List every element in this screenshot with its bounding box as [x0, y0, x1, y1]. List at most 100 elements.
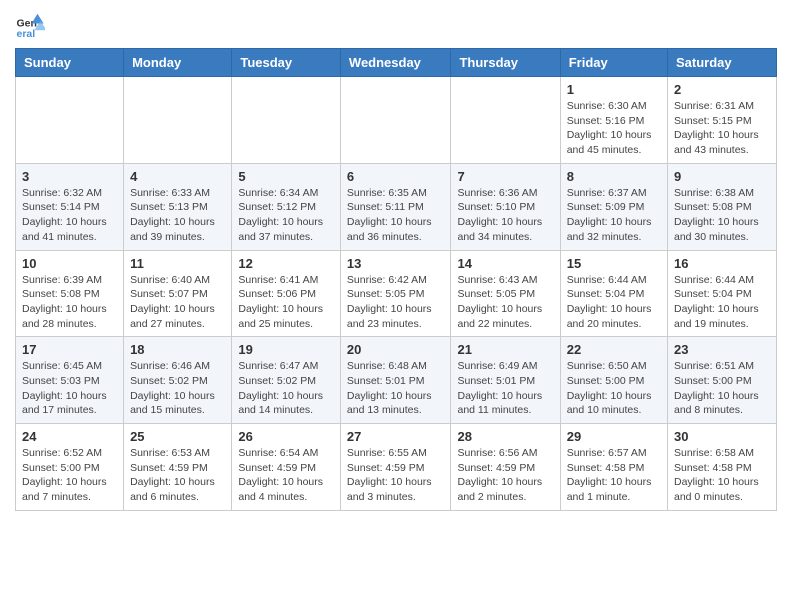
day-number: 18 [130, 342, 225, 357]
calendar-cell: 16 Sunrise: 6:44 AM Sunset: 5:04 PM Dayli… [668, 250, 777, 337]
calendar-cell: 10 Sunrise: 6:39 AM Sunset: 5:08 PM Dayli… [16, 250, 124, 337]
day-number: 12 [238, 256, 334, 271]
day-number: 16 [674, 256, 770, 271]
weekday-header-tuesday: Tuesday [232, 49, 341, 77]
calendar-cell: 9 Sunrise: 6:38 AM Sunset: 5:08 PM Daylig… [668, 163, 777, 250]
day-info: Sunrise: 6:32 AM Sunset: 5:14 PM Dayligh… [22, 186, 117, 245]
calendar-cell: 4 Sunrise: 6:33 AM Sunset: 5:13 PM Daylig… [124, 163, 232, 250]
day-info: Sunrise: 6:49 AM Sunset: 5:01 PM Dayligh… [457, 359, 553, 418]
calendar-cell: 20 Sunrise: 6:48 AM Sunset: 5:01 PM Dayli… [340, 337, 451, 424]
day-number: 2 [674, 82, 770, 97]
calendar-cell: 28 Sunrise: 6:56 AM Sunset: 4:59 PM Dayli… [451, 424, 560, 511]
day-info: Sunrise: 6:54 AM Sunset: 4:59 PM Dayligh… [238, 446, 334, 505]
day-info: Sunrise: 6:34 AM Sunset: 5:12 PM Dayligh… [238, 186, 334, 245]
week-row-1: 1 Sunrise: 6:30 AM Sunset: 5:16 PM Daylig… [16, 77, 777, 164]
weekday-header-wednesday: Wednesday [340, 49, 451, 77]
day-info: Sunrise: 6:57 AM Sunset: 4:58 PM Dayligh… [567, 446, 661, 505]
day-info: Sunrise: 6:52 AM Sunset: 5:00 PM Dayligh… [22, 446, 117, 505]
day-number: 11 [130, 256, 225, 271]
weekday-header-friday: Friday [560, 49, 667, 77]
day-info: Sunrise: 6:56 AM Sunset: 4:59 PM Dayligh… [457, 446, 553, 505]
day-number: 6 [347, 169, 445, 184]
day-number: 7 [457, 169, 553, 184]
calendar-cell: 11 Sunrise: 6:40 AM Sunset: 5:07 PM Dayli… [124, 250, 232, 337]
day-info: Sunrise: 6:58 AM Sunset: 4:58 PM Dayligh… [674, 446, 770, 505]
day-info: Sunrise: 6:39 AM Sunset: 5:08 PM Dayligh… [22, 273, 117, 332]
calendar-cell [451, 77, 560, 164]
day-number: 24 [22, 429, 117, 444]
calendar-cell: 3 Sunrise: 6:32 AM Sunset: 5:14 PM Daylig… [16, 163, 124, 250]
calendar-cell: 25 Sunrise: 6:53 AM Sunset: 4:59 PM Dayli… [124, 424, 232, 511]
day-info: Sunrise: 6:36 AM Sunset: 5:10 PM Dayligh… [457, 186, 553, 245]
day-number: 27 [347, 429, 445, 444]
calendar-cell: 7 Sunrise: 6:36 AM Sunset: 5:10 PM Daylig… [451, 163, 560, 250]
calendar-cell: 26 Sunrise: 6:54 AM Sunset: 4:59 PM Dayli… [232, 424, 341, 511]
week-row-5: 24 Sunrise: 6:52 AM Sunset: 5:00 PM Dayli… [16, 424, 777, 511]
day-number: 29 [567, 429, 661, 444]
day-info: Sunrise: 6:48 AM Sunset: 5:01 PM Dayligh… [347, 359, 445, 418]
day-info: Sunrise: 6:30 AM Sunset: 5:16 PM Dayligh… [567, 99, 661, 158]
day-number: 22 [567, 342, 661, 357]
day-info: Sunrise: 6:47 AM Sunset: 5:02 PM Dayligh… [238, 359, 334, 418]
logo: Gen eral [15, 10, 49, 40]
svg-text:eral: eral [17, 28, 36, 40]
day-number: 23 [674, 342, 770, 357]
header: Gen eral [15, 10, 777, 40]
day-number: 19 [238, 342, 334, 357]
week-row-4: 17 Sunrise: 6:45 AM Sunset: 5:03 PM Dayli… [16, 337, 777, 424]
calendar-cell: 29 Sunrise: 6:57 AM Sunset: 4:58 PM Dayli… [560, 424, 667, 511]
day-info: Sunrise: 6:33 AM Sunset: 5:13 PM Dayligh… [130, 186, 225, 245]
calendar-cell: 18 Sunrise: 6:46 AM Sunset: 5:02 PM Dayli… [124, 337, 232, 424]
day-number: 3 [22, 169, 117, 184]
calendar-cell: 19 Sunrise: 6:47 AM Sunset: 5:02 PM Dayli… [232, 337, 341, 424]
day-number: 10 [22, 256, 117, 271]
calendar-cell: 27 Sunrise: 6:55 AM Sunset: 4:59 PM Dayli… [340, 424, 451, 511]
day-info: Sunrise: 6:44 AM Sunset: 5:04 PM Dayligh… [674, 273, 770, 332]
calendar-cell: 24 Sunrise: 6:52 AM Sunset: 5:00 PM Dayli… [16, 424, 124, 511]
calendar-cell [16, 77, 124, 164]
day-number: 21 [457, 342, 553, 357]
day-number: 30 [674, 429, 770, 444]
day-number: 15 [567, 256, 661, 271]
calendar-cell: 17 Sunrise: 6:45 AM Sunset: 5:03 PM Dayli… [16, 337, 124, 424]
day-info: Sunrise: 6:45 AM Sunset: 5:03 PM Dayligh… [22, 359, 117, 418]
calendar-cell: 1 Sunrise: 6:30 AM Sunset: 5:16 PM Daylig… [560, 77, 667, 164]
day-info: Sunrise: 6:55 AM Sunset: 4:59 PM Dayligh… [347, 446, 445, 505]
day-info: Sunrise: 6:40 AM Sunset: 5:07 PM Dayligh… [130, 273, 225, 332]
day-info: Sunrise: 6:37 AM Sunset: 5:09 PM Dayligh… [567, 186, 661, 245]
day-info: Sunrise: 6:51 AM Sunset: 5:00 PM Dayligh… [674, 359, 770, 418]
day-info: Sunrise: 6:44 AM Sunset: 5:04 PM Dayligh… [567, 273, 661, 332]
day-info: Sunrise: 6:41 AM Sunset: 5:06 PM Dayligh… [238, 273, 334, 332]
calendar-cell: 8 Sunrise: 6:37 AM Sunset: 5:09 PM Daylig… [560, 163, 667, 250]
day-number: 20 [347, 342, 445, 357]
day-info: Sunrise: 6:50 AM Sunset: 5:00 PM Dayligh… [567, 359, 661, 418]
day-number: 5 [238, 169, 334, 184]
day-number: 9 [674, 169, 770, 184]
week-row-3: 10 Sunrise: 6:39 AM Sunset: 5:08 PM Dayli… [16, 250, 777, 337]
day-number: 4 [130, 169, 225, 184]
day-number: 25 [130, 429, 225, 444]
weekday-header-monday: Monday [124, 49, 232, 77]
day-number: 17 [22, 342, 117, 357]
calendar-cell: 22 Sunrise: 6:50 AM Sunset: 5:00 PM Dayli… [560, 337, 667, 424]
day-info: Sunrise: 6:38 AM Sunset: 5:08 PM Dayligh… [674, 186, 770, 245]
weekday-header-row: SundayMondayTuesdayWednesdayThursdayFrid… [16, 49, 777, 77]
day-info: Sunrise: 6:53 AM Sunset: 4:59 PM Dayligh… [130, 446, 225, 505]
calendar-cell: 6 Sunrise: 6:35 AM Sunset: 5:11 PM Daylig… [340, 163, 451, 250]
day-number: 28 [457, 429, 553, 444]
day-info: Sunrise: 6:35 AM Sunset: 5:11 PM Dayligh… [347, 186, 445, 245]
logo-icon: Gen eral [15, 10, 45, 40]
calendar-cell: 30 Sunrise: 6:58 AM Sunset: 4:58 PM Dayli… [668, 424, 777, 511]
calendar-cell: 15 Sunrise: 6:44 AM Sunset: 5:04 PM Dayli… [560, 250, 667, 337]
day-info: Sunrise: 6:42 AM Sunset: 5:05 PM Dayligh… [347, 273, 445, 332]
calendar-cell [232, 77, 341, 164]
calendar-cell: 5 Sunrise: 6:34 AM Sunset: 5:12 PM Daylig… [232, 163, 341, 250]
week-row-2: 3 Sunrise: 6:32 AM Sunset: 5:14 PM Daylig… [16, 163, 777, 250]
day-number: 8 [567, 169, 661, 184]
day-number: 1 [567, 82, 661, 97]
day-number: 26 [238, 429, 334, 444]
day-info: Sunrise: 6:46 AM Sunset: 5:02 PM Dayligh… [130, 359, 225, 418]
day-info: Sunrise: 6:43 AM Sunset: 5:05 PM Dayligh… [457, 273, 553, 332]
calendar-cell: 13Sunrise: 6:42 AM Sunset: 5:05 PM Dayli… [340, 250, 451, 337]
calendar-cell: 23 Sunrise: 6:51 AM Sunset: 5:00 PM Dayli… [668, 337, 777, 424]
